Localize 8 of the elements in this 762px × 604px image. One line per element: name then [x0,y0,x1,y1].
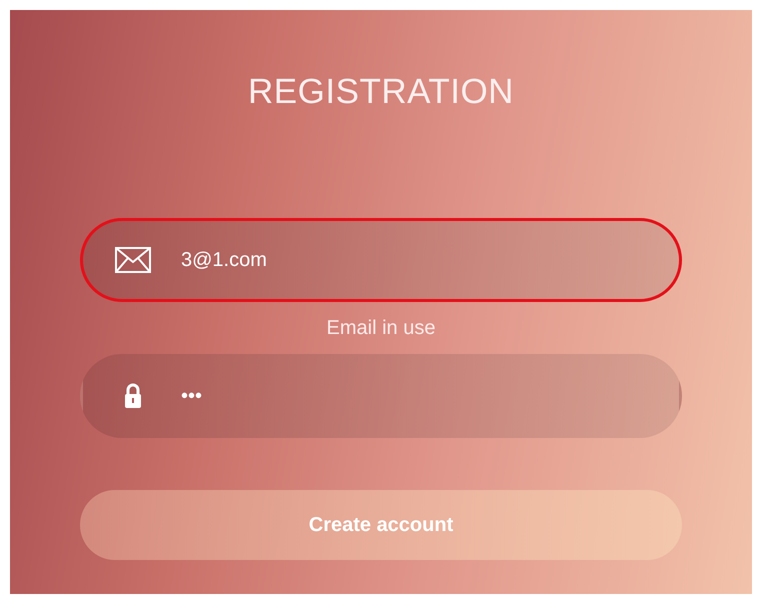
lock-icon [124,383,142,409]
envelope-icon [115,247,151,273]
page-title: REGISTRATION [248,72,514,112]
masked-password: ••• [181,384,202,408]
error-message: Email in use [326,316,436,341]
password-field[interactable]: ••• [80,354,682,438]
field-value: 3@1.com [181,248,267,272]
email-field[interactable]: 3@1.com [80,218,682,302]
